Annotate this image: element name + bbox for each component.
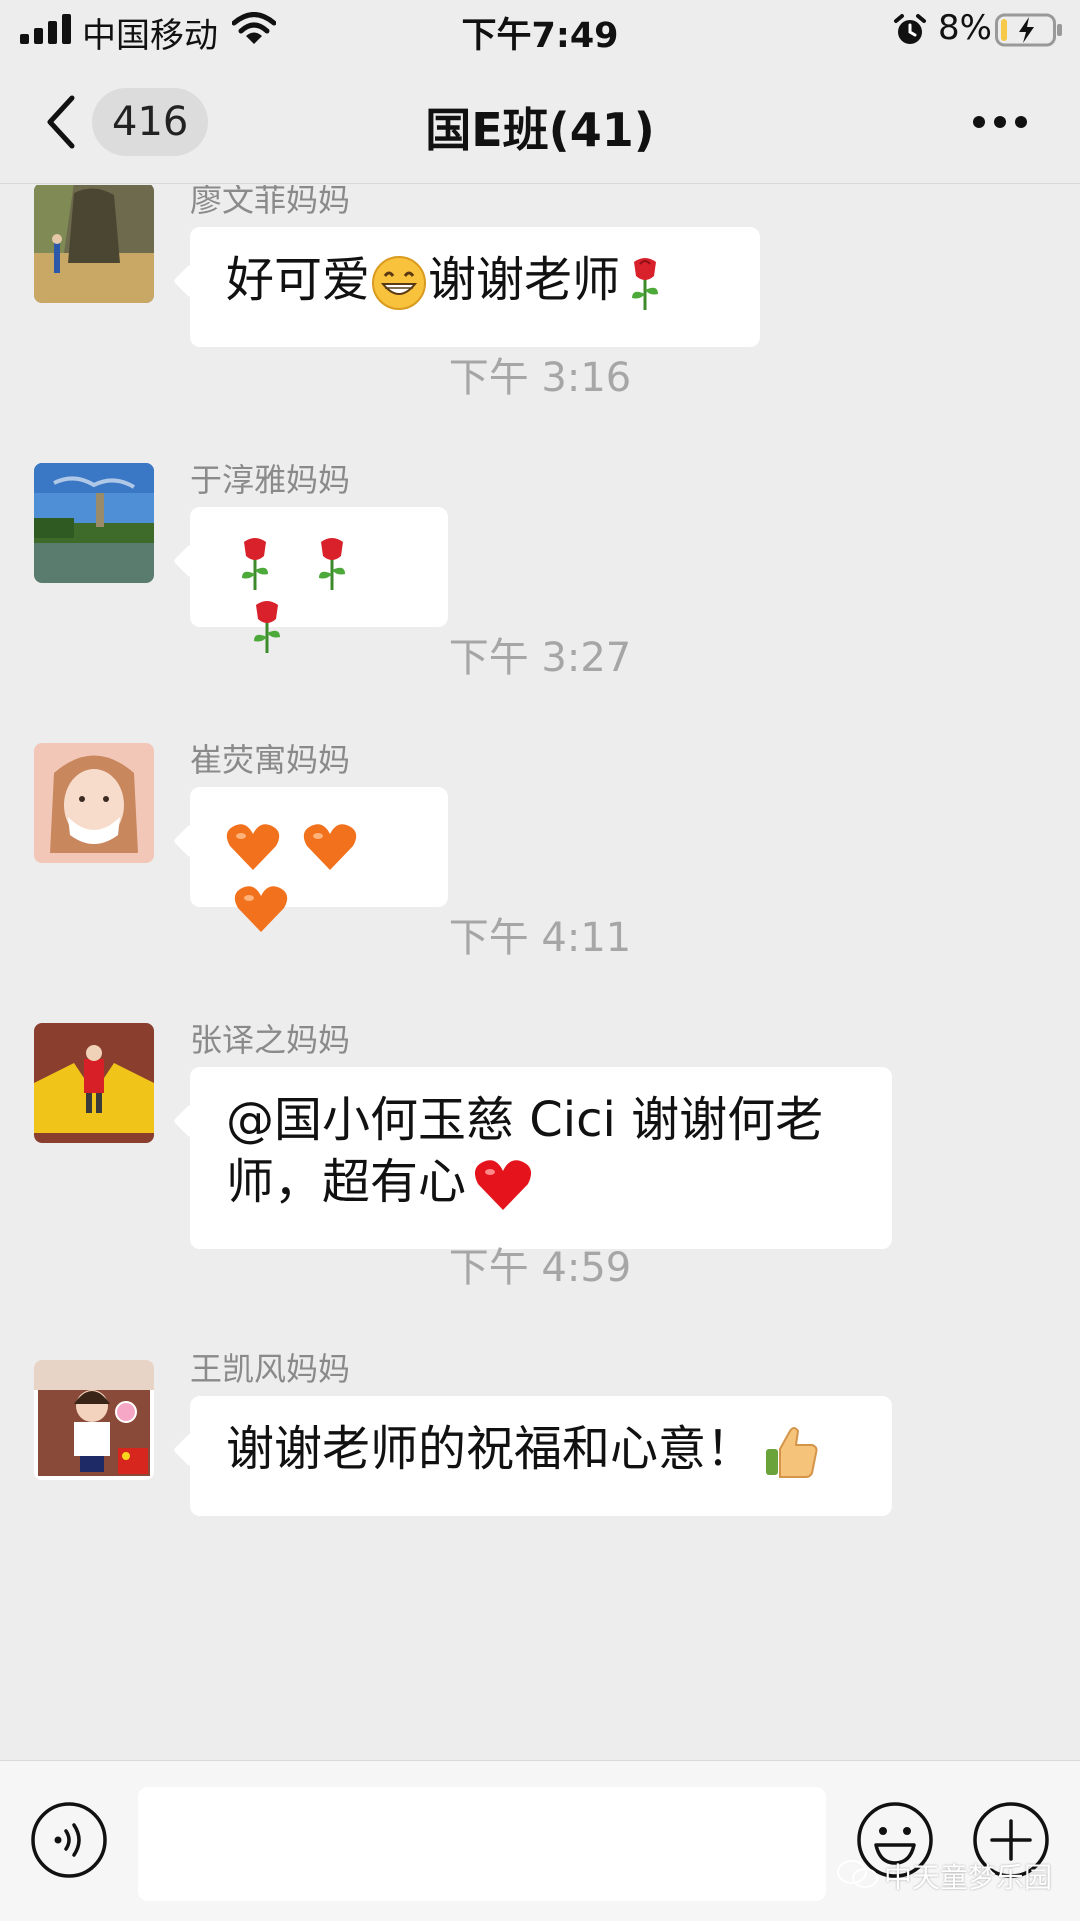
battery-percent: 8% [938,8,992,48]
message-text: 谢谢老师 [428,252,621,308]
sender-name: 廖文菲妈妈 [190,185,351,219]
message-timestamp: 下午 3:16 [448,355,632,401]
orange-heart-emoji-icon [304,824,357,870]
rose-emoji-icon [632,258,659,310]
battery-charging-icon [995,13,1062,47]
red-heart-emoji-icon [474,1160,532,1210]
message-text: 师，超有心 [226,1154,467,1210]
chat-title: 国E班(41) [425,103,655,157]
message-bubble[interactable]: 好可爱 谢谢老师 [190,227,760,347]
message-bubble[interactable]: 谢谢老师的祝福和心意！ [190,1396,892,1516]
avatar[interactable] [34,1360,154,1480]
rose-emoji-icon [319,538,346,590]
avatar[interactable] [34,1023,154,1143]
message-timestamp: 下午 4:11 [448,915,632,961]
message-bubble[interactable]: @国小何玉慈 Cici 谢谢何老 师，超有心 [190,1067,892,1249]
sender-name: 于淳雅妈妈 [190,461,351,499]
alarm-icon [894,14,926,44]
message-input[interactable] [138,1787,826,1901]
message-list[interactable]: 廖文菲妈妈 好可爱 谢谢老师 下午 3:16 于淳雅妈妈 下午 3:27 崔荧寓… [0,185,1080,1760]
orange-heart-emoji-icon [226,824,280,870]
message-timestamp: 下午 3:27 [448,635,632,681]
avatar[interactable] [34,463,154,583]
message-text: @国小何玉慈 Cici 谢谢何老 [226,1092,824,1148]
sender-name: 王凯风妈妈 [190,1350,351,1388]
message-text: 好可爱 [226,252,371,308]
thumbs-up-emoji-icon [766,1427,818,1478]
wechat-logo-icon [837,1860,878,1888]
chat-header: 416 国E班(41) [0,62,1080,184]
rose-emoji-icon [242,538,268,590]
message-text-line: 师，超有心 [226,1151,856,1213]
message-bubble[interactable] [190,787,448,932]
voice-icon[interactable] [30,1801,108,1879]
status-bar: 中国移动 下午7:49 8% [0,0,1080,62]
more-dots-icon[interactable] [972,112,1028,132]
sender-name: 张译之妈妈 [190,1021,351,1059]
message-bubble[interactable] [190,507,448,653]
avatar[interactable] [34,743,154,863]
message-text: 谢谢老师的祝福和心意！ [226,1421,755,1477]
sender-name: 崔荧寓妈妈 [190,741,351,779]
message-timestamp: 下午 4:59 [448,1245,632,1291]
avatar[interactable] [34,185,154,303]
watermark-text: 中天童梦乐园 [884,1861,1053,1894]
input-bar [0,1760,1080,1921]
grinning-emoji-icon [372,256,427,310]
